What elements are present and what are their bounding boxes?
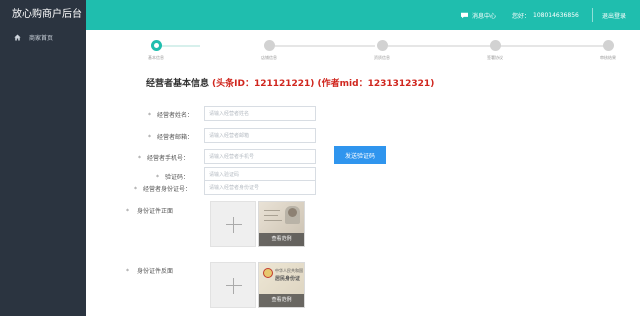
step-basic-info: 基本信息 [126, 40, 186, 61]
code-label: * 验证码： [156, 174, 190, 181]
section-title-text: 经营者基本信息 [146, 79, 210, 89]
section-title: 经营者基本信息 (头条ID：121121221) (作者mid：123131232… [146, 76, 434, 89]
id-back-sample[interactable]: 中华人民共和国 居民身份证 查看范例 [258, 262, 305, 308]
step-result: 审核结果 [578, 40, 638, 61]
main-content: 基本信息 店铺信息 资质信息 签署协议 审核结果 经营者基本信息 (头条ID：12… [86, 30, 640, 316]
sidebar-item-home[interactable]: 商家首页 [0, 31, 86, 43]
step-dot [376, 40, 388, 51]
account-info: 您好： 108014636856 [512, 0, 579, 30]
view-sample-label: 查看范例 [259, 294, 304, 307]
account-value: 108014636856 [533, 11, 579, 19]
step-dot [489, 40, 501, 51]
header-divider [592, 8, 593, 22]
required-mark: * [148, 112, 151, 119]
step-qualification: 资质信息 [352, 40, 412, 61]
portrait-image [285, 206, 300, 224]
id-front-upload[interactable] [210, 201, 256, 247]
phone-input[interactable] [204, 149, 316, 164]
plus-icon [226, 285, 242, 286]
required-mark: * [134, 186, 137, 193]
step-shop-info: 店铺信息 [239, 40, 299, 61]
step-label: 资质信息 [374, 55, 390, 60]
required-mark: * [138, 155, 141, 162]
step-label: 签署协议 [487, 55, 503, 60]
progress-steps: 基本信息 店铺信息 资质信息 签署协议 审核结果 [86, 40, 640, 70]
national-emblem-icon [263, 268, 273, 278]
sidebar: 放心购商户后台 商家首页 [0, 0, 86, 316]
step-dot [263, 40, 275, 51]
card-title-line2: 居民身份证 [275, 276, 301, 282]
app-title: 放心购商户后台 [12, 9, 82, 20]
message-center-label: 消息中心 [472, 12, 497, 20]
step-label: 店铺信息 [261, 55, 277, 60]
email-input[interactable] [204, 128, 316, 143]
step-dot [150, 40, 162, 51]
plus-icon [226, 224, 242, 225]
step-label: 基本信息 [148, 55, 164, 60]
name-label: * 经营者姓名： [148, 112, 194, 119]
account-ids: (头条ID：121121221) (作者mid：1231312321) [212, 79, 435, 89]
step-label: 审核结果 [600, 55, 616, 60]
id-number-input[interactable] [204, 180, 316, 195]
required-mark: * [156, 174, 159, 181]
logout-link[interactable]: 退出登录 [602, 0, 626, 30]
id-front-sample[interactable]: 查看范例 [258, 201, 305, 247]
send-code-button[interactable]: 发送验证码 [334, 146, 386, 164]
account-label: 您好： [512, 12, 531, 20]
id-back-label: * 身份证件反面 [126, 268, 174, 275]
message-icon [461, 12, 468, 18]
required-mark: * [148, 134, 151, 141]
id-number-label: * 经营者身份证号： [134, 186, 192, 193]
phone-label: * 经营者手机号： [138, 155, 190, 162]
step-agreement: 签署协议 [465, 40, 525, 61]
email-label: * 经营者邮箱： [148, 134, 194, 141]
id-back-upload[interactable] [210, 262, 256, 308]
name-input[interactable] [204, 106, 316, 121]
sidebar-item-label: 商家首页 [29, 34, 54, 42]
home-icon [14, 34, 21, 40]
view-sample-label: 查看范例 [259, 233, 304, 246]
card-title-line1: 中华人民共和国 [275, 268, 303, 273]
required-mark: * [126, 208, 129, 215]
message-center-link[interactable]: 消息中心 [460, 0, 496, 30]
id-front-label: * 身份证件正面 [126, 208, 174, 215]
required-mark: * [126, 268, 129, 275]
top-bar: 消息中心 您好： 108014636856 退出登录 [86, 0, 640, 30]
step-dot [602, 40, 614, 51]
